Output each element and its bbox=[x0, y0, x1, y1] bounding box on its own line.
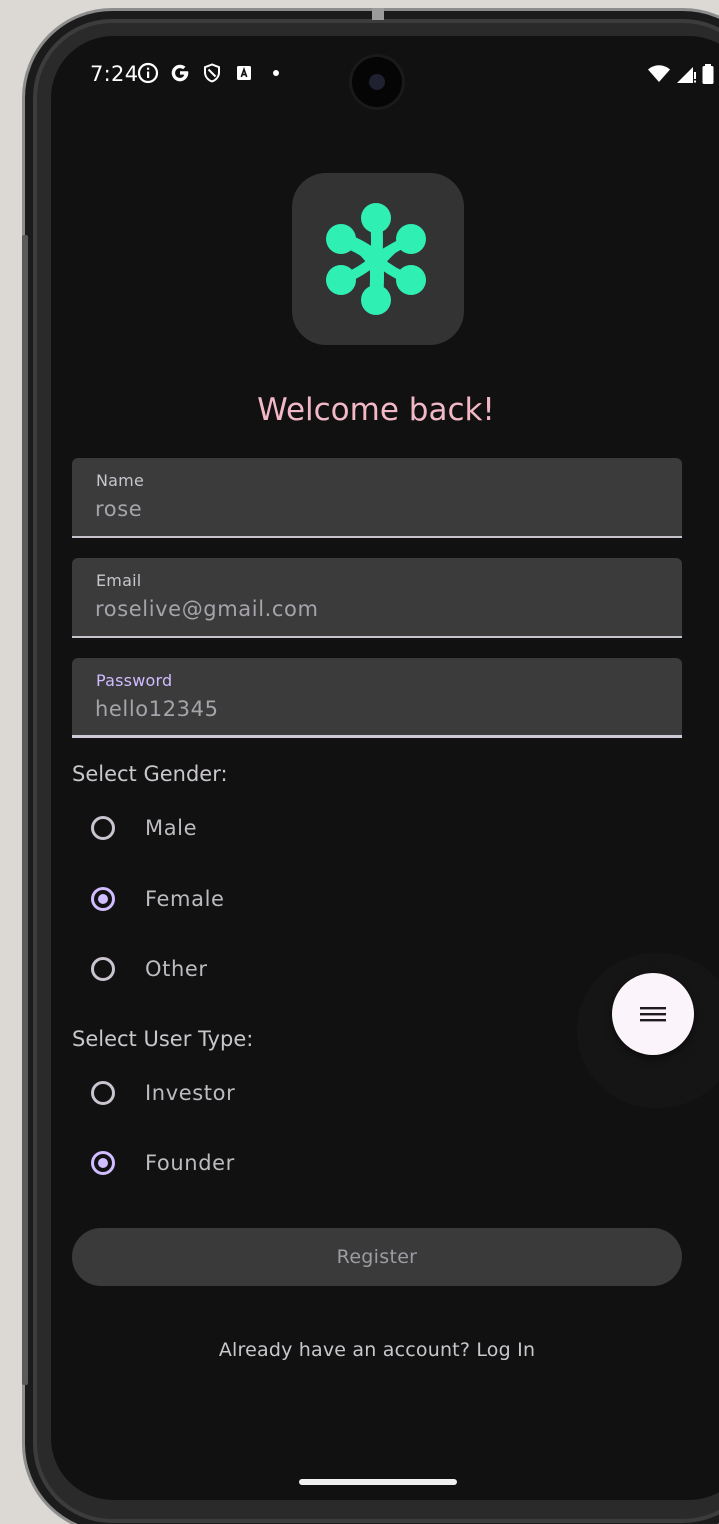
gender-section-label: Select Gender: bbox=[72, 762, 228, 786]
status-icons-right bbox=[647, 63, 715, 89]
password-field-label: Password bbox=[96, 671, 173, 690]
molecule-logo-icon bbox=[326, 203, 426, 315]
user-type-option-label: Founder bbox=[145, 1151, 235, 1175]
name-field-label: Name bbox=[96, 471, 145, 490]
gender-option-label: Other bbox=[145, 957, 208, 981]
radio-button[interactable] bbox=[91, 1081, 115, 1105]
info-icon bbox=[137, 62, 159, 84]
user-type-option-investor[interactable]: Investor bbox=[91, 1069, 235, 1117]
login-link[interactable]: Already have an account? Log In bbox=[51, 1339, 703, 1361]
gender-option-label: Female bbox=[145, 887, 225, 911]
signal-icon bbox=[675, 63, 697, 89]
home-indicator[interactable] bbox=[299, 1479, 457, 1485]
user-type-section-label: Select User Type: bbox=[72, 1027, 254, 1051]
register-button[interactable]: Register bbox=[72, 1228, 682, 1286]
gender-option-female[interactable]: Female bbox=[91, 875, 225, 923]
radio-button[interactable] bbox=[91, 957, 115, 981]
status-bar: 7:24 bbox=[51, 36, 719, 116]
password-field[interactable]: Password hello12345 bbox=[72, 658, 682, 738]
status-icons-left bbox=[137, 62, 287, 84]
google-icon bbox=[169, 62, 191, 84]
email-field-label: Email bbox=[96, 571, 142, 590]
menu-fab-button[interactable] bbox=[612, 973, 694, 1055]
email-field-value: roselive@gmail.com bbox=[95, 597, 319, 621]
radio-button-selected[interactable] bbox=[91, 887, 115, 911]
menu-icon bbox=[640, 1007, 666, 1022]
user-type-option-founder[interactable]: Founder bbox=[91, 1139, 235, 1187]
gender-option-male[interactable]: Male bbox=[91, 804, 197, 852]
gender-option-label: Male bbox=[145, 816, 198, 840]
screen: 7:24 Welcome back! Name rose Email rosel… bbox=[51, 36, 719, 1500]
password-field-value: hello12345 bbox=[95, 697, 219, 721]
a-box-icon bbox=[233, 62, 255, 84]
app-logo-tile bbox=[292, 173, 464, 345]
name-field-value: rose bbox=[95, 497, 143, 521]
phone-top-mark bbox=[372, 8, 384, 20]
front-camera bbox=[352, 57, 402, 107]
welcome-title: Welcome back! bbox=[257, 392, 495, 428]
battery-icon bbox=[701, 63, 715, 89]
radio-button-selected[interactable] bbox=[91, 1151, 115, 1175]
user-type-option-label: Investor bbox=[145, 1081, 236, 1105]
shield-icon bbox=[201, 62, 223, 84]
radio-button[interactable] bbox=[91, 816, 115, 840]
status-time: 7:24 bbox=[90, 62, 139, 86]
email-field[interactable]: Email roselive@gmail.com bbox=[72, 558, 682, 638]
page: 7:24 Welcome back! Name rose Email rosel… bbox=[0, 0, 719, 1524]
phone-side-edge bbox=[22, 235, 28, 1385]
name-field[interactable]: Name rose bbox=[72, 458, 682, 538]
dot-icon bbox=[265, 62, 287, 84]
wifi-icon bbox=[647, 63, 671, 89]
gender-option-other[interactable]: Other bbox=[91, 945, 208, 993]
